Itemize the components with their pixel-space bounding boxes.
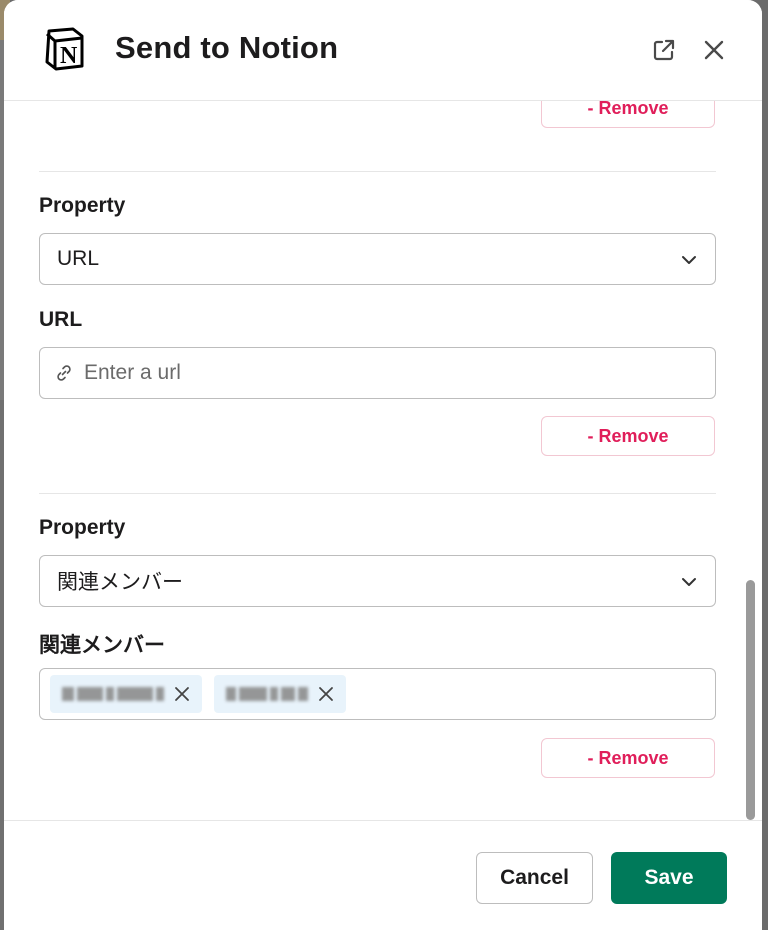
property-select[interactable]: 関連メンバー: [39, 555, 716, 607]
save-button[interactable]: Save: [611, 852, 727, 904]
modal-title: Send to Notion: [115, 30, 339, 65]
cancel-button[interactable]: Cancel: [476, 852, 593, 904]
chevron-down-icon: [682, 256, 696, 264]
url-input[interactable]: Enter a url: [39, 347, 716, 399]
url-input-placeholder: Enter a url: [84, 361, 181, 384]
member-name-redacted: [226, 684, 308, 704]
remove-member-icon[interactable]: [172, 684, 192, 704]
send-to-notion-modal: N Send to Notion - Remove Property URL U…: [4, 0, 762, 930]
svg-text:N: N: [60, 43, 78, 69]
member-chip: [50, 675, 202, 713]
close-icon[interactable]: [700, 36, 728, 64]
external-link-icon[interactable]: [650, 36, 678, 64]
modal-footer: Cancel Save: [4, 820, 762, 930]
scrollbar[interactable]: [746, 580, 755, 820]
divider: [39, 493, 716, 494]
property-select-value: URL: [57, 247, 100, 270]
members-multiselect[interactable]: [39, 668, 716, 720]
modal-header: N Send to Notion: [4, 0, 762, 101]
link-icon: [57, 365, 71, 381]
property-label: Property: [39, 516, 126, 539]
url-field-label: URL: [39, 308, 83, 331]
members-field-label: 関連メンバー: [39, 634, 165, 657]
divider: [39, 171, 716, 172]
notion-logo: N: [45, 27, 84, 71]
property-label: Property: [39, 194, 126, 217]
modal-body[interactable]: - Remove Property URL URL Enter a url - …: [4, 101, 762, 820]
member-name-redacted: [62, 684, 164, 704]
member-chip: [214, 675, 346, 713]
remove-button[interactable]: - Remove: [541, 738, 715, 778]
remove-button[interactable]: - Remove: [541, 101, 715, 128]
chevron-down-icon: [682, 578, 696, 586]
remove-member-icon[interactable]: [316, 684, 336, 704]
property-select-value: 関連メンバー: [57, 571, 183, 594]
property-select[interactable]: URL: [39, 233, 716, 285]
remove-button[interactable]: - Remove: [541, 416, 715, 456]
